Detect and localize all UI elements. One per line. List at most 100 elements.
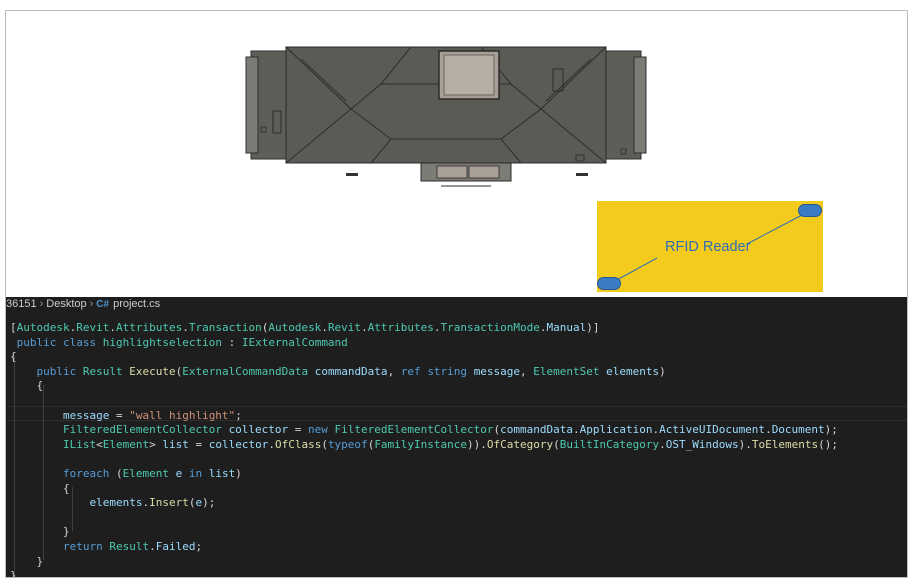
code-token: ; — [235, 408, 242, 422]
code-token: elements — [606, 364, 660, 378]
code-token: collector — [208, 437, 269, 451]
code-token: { — [10, 481, 70, 495]
code-line[interactable]: [Autodesk.Revit.Attributes.Transaction(A… — [10, 321, 600, 336]
code-line[interactable]: { — [10, 350, 17, 365]
code-line[interactable]: } — [10, 555, 43, 570]
code-token: FilteredElementCollector — [334, 423, 494, 437]
code-token: Application — [579, 423, 653, 437]
code-line[interactable]: public class highlightselection : IExter… — [10, 336, 348, 351]
code-token: Attributes — [115, 321, 183, 334]
code-token: BuiltInCategory — [559, 437, 660, 451]
code-token: )] — [586, 321, 600, 334]
code-token: : — [221, 335, 242, 349]
code-token: . — [765, 423, 772, 437]
code-token: . — [433, 321, 441, 334]
code-line[interactable]: foreach (Element e in list) — [10, 467, 242, 482]
code-token: public — [16, 335, 57, 349]
code-token: . — [659, 437, 666, 451]
code-token: . — [361, 321, 368, 334]
code-token: Element — [102, 437, 150, 451]
code-line[interactable]: FilteredElementCollector collector = new… — [10, 423, 838, 438]
code-token: ref — [400, 364, 421, 378]
code-token: Execute — [129, 364, 176, 378]
code-token: TransactionMode — [440, 321, 540, 334]
code-token: OfCategory — [486, 437, 554, 451]
code-token: )). — [467, 437, 487, 451]
code-token: , — [387, 364, 401, 378]
csharp-icon: C# — [96, 299, 110, 310]
code-token: Transaction — [188, 321, 262, 334]
code-token: = — [109, 408, 130, 422]
code-token: . — [539, 321, 547, 334]
code-token: . — [572, 423, 580, 437]
code-token: ElementSet — [533, 364, 600, 378]
code-token: } — [10, 554, 44, 568]
code-token: message — [473, 364, 521, 378]
code-token: ) — [235, 467, 242, 480]
code-editor[interactable]: [Autodesk.Revit.Attributes.Transaction(A… — [6, 312, 907, 577]
code-token: > — [149, 437, 163, 451]
code-token: ; — [195, 540, 203, 553]
editor-breadcrumb: 36151 › Desktop › C# project.cs — [6, 297, 907, 312]
code-token: "wall highlight" — [129, 408, 236, 422]
rfid-antenna-node-top — [798, 204, 822, 217]
code-token: Element — [122, 467, 169, 480]
code-token: list — [208, 467, 236, 480]
revit-drawing-view: RFID Reader — [6, 11, 907, 297]
code-token: commandData — [314, 364, 388, 378]
rfid-reader-panel: RFID Reader — [597, 201, 823, 292]
code-line[interactable]: } — [10, 569, 17, 577]
breadcrumb-file[interactable]: project.cs — [113, 298, 160, 310]
code-line[interactable]: message = "wall highlight"; — [10, 409, 242, 424]
code-line[interactable]: return Result.Failed; — [10, 540, 202, 555]
code-token: Autodesk — [16, 321, 70, 334]
code-line[interactable]: IList<Element> list = collector.OfClass(… — [10, 438, 838, 453]
code-token: FilteredElementCollector — [62, 423, 222, 437]
code-token: = — [288, 423, 309, 437]
code-token: . — [149, 540, 156, 553]
code-token: ToElements — [751, 437, 819, 451]
code-token: ( — [553, 437, 560, 451]
code-token: [ — [10, 321, 17, 334]
code-token: } — [10, 569, 17, 577]
code-token: (); — [818, 437, 838, 451]
code-token: Result — [82, 364, 123, 378]
code-token: < — [96, 437, 103, 451]
code-token: . — [182, 321, 189, 334]
code-line[interactable]: public Result Execute(ExternalCommandDat… — [10, 365, 666, 380]
screenshot-frame: RFID Reader 36151 › Desktop › C# project.cs [… — [5, 10, 908, 578]
code-line[interactable]: } — [10, 525, 70, 540]
code-token: . — [268, 437, 275, 451]
code-token: IExternalCommand — [241, 335, 348, 349]
code-token: Failed — [155, 540, 196, 553]
code-line[interactable]: { — [10, 482, 70, 497]
code-line[interactable]: elements.Insert(e); — [10, 496, 215, 511]
code-token: commandData — [500, 423, 573, 437]
rfid-reader-label: RFID Reader — [665, 239, 751, 255]
breadcrumb-folder-desktop[interactable]: Desktop — [46, 298, 86, 310]
code-token: Revit — [327, 321, 362, 334]
code-token: ExternalCommandData — [182, 364, 309, 378]
code-token: Insert — [149, 496, 189, 510]
building-roof-plan — [245, 46, 647, 187]
code-token: { — [10, 379, 44, 393]
code-token: typeof — [327, 437, 368, 451]
code-token: string — [427, 364, 468, 378]
code-token: { — [10, 350, 17, 364]
code-token: = — [188, 437, 209, 451]
code-token: FamilyInstance — [374, 437, 468, 451]
code-token: OST_Windows — [665, 437, 739, 451]
code-line[interactable]: { — [10, 379, 43, 394]
breadcrumb-path-prefix[interactable]: 36151 — [6, 298, 37, 310]
code-token: class — [63, 335, 97, 349]
code-token: elements — [89, 496, 143, 510]
